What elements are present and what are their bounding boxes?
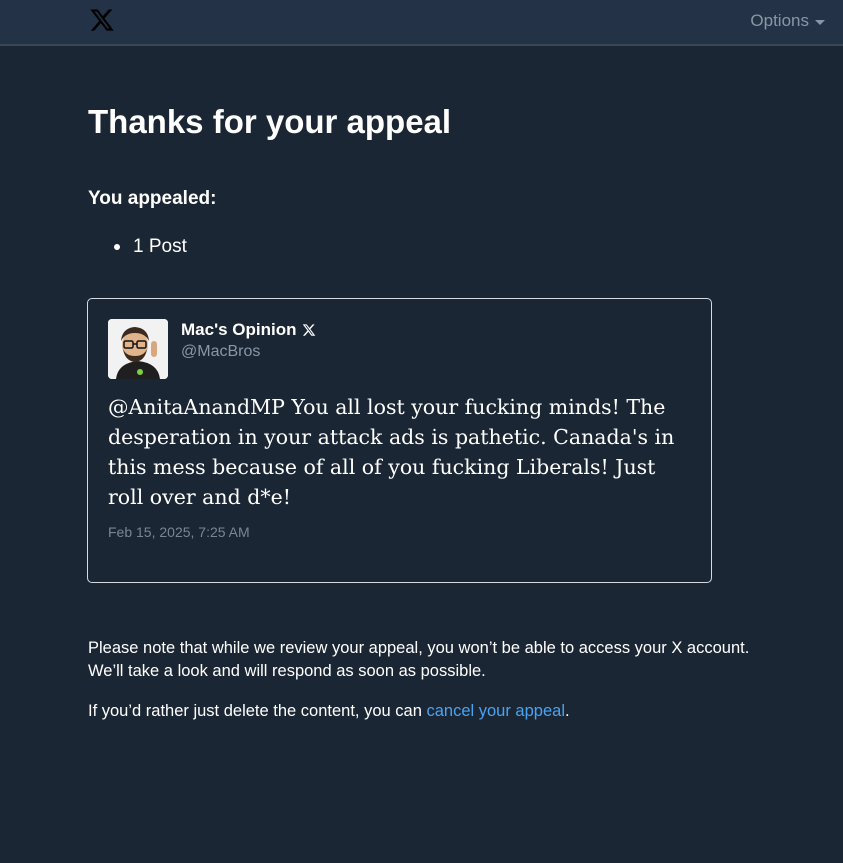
review-note-line1: Please note that while we review your ap… bbox=[88, 639, 750, 657]
review-note-line2: We’ll take a look and will respond as so… bbox=[88, 662, 486, 680]
appealed-label: You appealed: bbox=[88, 188, 217, 209]
x-logo-icon[interactable] bbox=[89, 7, 115, 33]
cancel-appeal-link[interactable]: cancel your appeal bbox=[426, 702, 565, 720]
cancel-prefix: If you’d rather just delete the content,… bbox=[88, 702, 427, 720]
post-author-name: Mac's Opinion bbox=[181, 320, 316, 340]
top-bar: Options bbox=[0, 0, 843, 46]
x-badge-icon bbox=[302, 324, 315, 336]
options-label: Options bbox=[750, 11, 809, 30]
bullet-icon bbox=[114, 244, 120, 250]
options-menu[interactable]: Options bbox=[750, 11, 825, 31]
cancel-appeal-note: If you’d rather just delete the content,… bbox=[88, 700, 570, 723]
caret-down-icon bbox=[815, 19, 825, 25]
cancel-suffix: . bbox=[564, 702, 570, 720]
author-name-text: Mac's Opinion bbox=[181, 320, 297, 339]
review-note: Please note that while we review your ap… bbox=[88, 637, 828, 683]
appealed-list: 1 Post bbox=[88, 236, 187, 258]
appealed-item-label: 1 Post bbox=[133, 236, 187, 257]
appealed-item: 1 Post bbox=[88, 236, 187, 258]
avatar-image bbox=[108, 319, 168, 379]
post-author-handle: @MacBros bbox=[181, 343, 261, 360]
page-title: Thanks for your appeal bbox=[88, 103, 452, 140]
post-timestamp: Feb 15, 2025, 7:25 AM bbox=[108, 524, 250, 540]
avatar bbox=[108, 319, 168, 379]
post-text: @AnitaAnandMP You all lost your fucking … bbox=[108, 395, 675, 509]
appealed-post-card: Mac's Opinion @MacBros @AnitaAnandMP You… bbox=[87, 298, 712, 583]
